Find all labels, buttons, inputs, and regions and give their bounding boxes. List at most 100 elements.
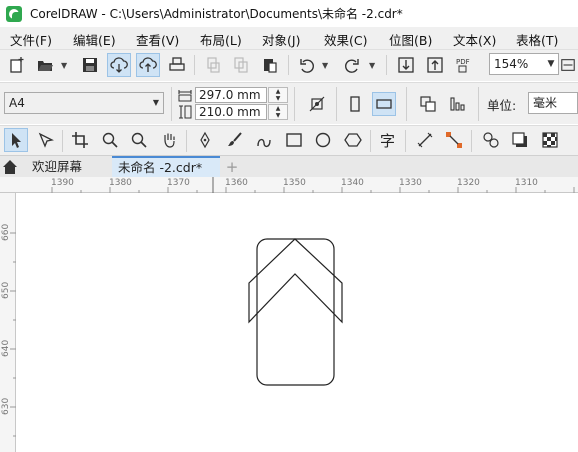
chevron-shape[interactable]	[248, 238, 343, 324]
pan-hand-icon[interactable]	[157, 128, 181, 152]
zoom-level-value: 154%	[494, 57, 529, 71]
zoom-tool-icon[interactable]	[98, 128, 122, 152]
standard-toolbar: ▼ ▼ ▼ PDF 154% ▼	[0, 49, 578, 81]
new-document-icon[interactable]	[5, 53, 29, 77]
drawing-canvas[interactable]	[17, 194, 578, 452]
undo-dropdown-icon[interactable]: ▼	[322, 53, 330, 77]
ruler-label: 1340	[341, 178, 364, 188]
zoom-options-icon[interactable]	[560, 53, 576, 77]
pick-tool-icon[interactable]	[4, 128, 28, 152]
rounded-rectangle-shape[interactable]	[256, 238, 335, 386]
tab-welcome-screen[interactable]: 欢迎屏幕	[26, 156, 112, 178]
cloud-download-icon[interactable]	[107, 53, 131, 77]
ruler-label: 1380	[109, 178, 132, 188]
vertical-ruler[interactable]: 660 650 640 630	[0, 193, 16, 452]
ruler-label: 1360	[225, 178, 248, 188]
toolbar-separator	[478, 87, 479, 121]
toolbar-separator	[471, 130, 472, 152]
open-dropdown-icon[interactable]: ▼	[61, 53, 69, 77]
home-icon[interactable]	[1, 158, 19, 176]
export-icon[interactable]	[423, 53, 447, 77]
toolbox: 字	[0, 125, 578, 155]
chevron-down-icon[interactable]: ▼	[544, 54, 558, 74]
page-height-icon	[178, 105, 192, 119]
current-page-icon[interactable]	[445, 92, 469, 116]
ruler-label: 1330	[399, 178, 422, 188]
property-bar: A4 ▼ 297.0 mm ▲ ▼ 210.0 mm ▲ ▼ 单位: 毫米	[0, 82, 578, 124]
toolbar-separator	[171, 87, 172, 121]
menu-edit[interactable]: 编辑(E)	[73, 30, 116, 49]
ellipse-tool-icon[interactable]	[311, 128, 335, 152]
drop-shadow-icon[interactable]	[508, 128, 532, 152]
page-options-icon[interactable]	[305, 92, 329, 116]
ruler-label: 640	[1, 339, 11, 357]
menu-layout[interactable]: 布局(L)	[200, 30, 242, 49]
toolbar-separator	[405, 130, 406, 152]
tab-document[interactable]: 未命名 -2.cdr*	[112, 156, 220, 178]
menu-effects[interactable]: 效果(C)	[324, 30, 367, 49]
canvas-drawing	[248, 238, 343, 386]
toolbar-separator	[288, 55, 289, 75]
toolbar-separator	[194, 55, 195, 75]
page-height-stepper[interactable]: ▲ ▼	[268, 104, 288, 120]
redo-icon[interactable]	[340, 53, 364, 77]
redo-dropdown-icon[interactable]: ▼	[369, 53, 377, 77]
smart-drawing-icon[interactable]	[252, 128, 276, 152]
paste-icon[interactable]	[258, 53, 282, 77]
page-size-select[interactable]: A4 ▼	[4, 92, 164, 114]
brush-tool-icon[interactable]	[223, 128, 247, 152]
horizontal-ruler[interactable]: 1390 1380 1370 1360 1350 1340 1330 1320 …	[0, 177, 578, 193]
add-tab-button[interactable]: +	[224, 158, 240, 176]
menu-bar: 文件(F) 编辑(E) 查看(V) 布局(L) 对象(J) 效果(C) 位图(B…	[0, 27, 578, 49]
chevron-down-icon[interactable]: ▼	[153, 93, 159, 113]
menu-object[interactable]: 对象(J)	[262, 30, 300, 49]
svg-text:PDF: PDF	[456, 58, 470, 66]
units-label: 单位:	[487, 98, 517, 113]
import-icon[interactable]	[394, 53, 418, 77]
crop-tool-icon[interactable]	[68, 128, 92, 152]
ruler-label: 1390	[51, 178, 74, 188]
page-size-value: A4	[9, 96, 25, 110]
copy-icon[interactable]	[229, 53, 253, 77]
rectangle-tool-icon[interactable]	[282, 128, 306, 152]
menu-text[interactable]: 文本(X)	[453, 30, 496, 49]
ruler-label: 1350	[283, 178, 306, 188]
ruler-label: 630	[1, 397, 11, 415]
toolbar-separator	[294, 87, 295, 121]
pen-tool-icon[interactable]	[193, 128, 217, 152]
save-icon[interactable]	[78, 53, 102, 77]
menu-file[interactable]: 文件(F)	[10, 30, 52, 49]
open-folder-icon[interactable]	[33, 53, 57, 77]
toolbar-separator	[370, 130, 371, 152]
toolbar-separator	[186, 130, 187, 152]
text-tool-icon[interactable]: 字	[376, 128, 400, 152]
parallel-dimension-icon[interactable]	[413, 128, 437, 152]
menu-bitmaps[interactable]: 位图(B)	[389, 30, 432, 49]
toolbar-separator	[336, 87, 337, 121]
window-title: CorelDRAW - C:\Users\Administrator\Docum…	[30, 7, 403, 21]
landscape-orientation-icon[interactable]	[372, 92, 396, 116]
ruler-label: 660	[1, 223, 11, 241]
cut-icon[interactable]	[201, 53, 225, 77]
menu-view[interactable]: 查看(V)	[136, 30, 179, 49]
zoom-out-icon[interactable]	[127, 128, 151, 152]
portrait-orientation-icon[interactable]	[343, 92, 367, 116]
publish-pdf-icon[interactable]: PDF	[452, 53, 476, 77]
zoom-level-select[interactable]: 154% ▼	[489, 53, 559, 75]
polygon-tool-icon[interactable]	[341, 128, 365, 152]
transparency-tool-icon[interactable]	[538, 128, 562, 152]
page-width-icon	[178, 88, 192, 102]
units-select[interactable]: 毫米	[528, 92, 578, 114]
all-pages-icon[interactable]	[416, 92, 440, 116]
shape-tool-icon[interactable]	[33, 128, 57, 152]
blend-tool-icon[interactable]	[479, 128, 503, 152]
page-height-field[interactable]: 210.0 mm	[195, 104, 267, 120]
menu-table[interactable]: 表格(T)	[516, 30, 558, 49]
page-width-stepper[interactable]: ▲ ▼	[268, 87, 288, 103]
toolbar-separator	[62, 130, 63, 152]
connector-tool-icon[interactable]	[442, 128, 466, 152]
cloud-upload-icon[interactable]	[136, 53, 160, 77]
undo-icon[interactable]	[295, 53, 319, 77]
print-icon[interactable]	[165, 53, 189, 77]
page-width-field[interactable]: 297.0 mm	[195, 87, 267, 103]
